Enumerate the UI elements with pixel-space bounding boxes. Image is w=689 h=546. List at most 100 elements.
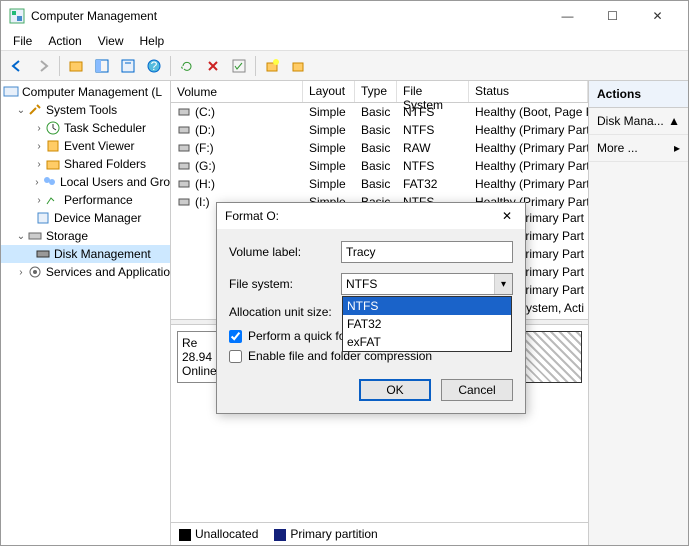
tree-root[interactable]: Computer Management (L — [1, 83, 170, 101]
expand-icon[interactable]: › — [15, 267, 27, 278]
menu-action[interactable]: Action — [40, 32, 89, 50]
window-titlebar: Computer Management — ☐ ✕ — [1, 1, 688, 31]
tree-system-tools[interactable]: ⌄ System Tools — [1, 101, 170, 119]
format-dialog: Format O: ✕ Volume label: File system: N… — [216, 202, 526, 414]
volume-icon — [177, 195, 191, 209]
computer-icon — [3, 84, 19, 100]
tree-services[interactable]: ›Services and Applicatio — [1, 263, 170, 281]
volume-icon — [177, 123, 191, 137]
collapse-icon[interactable]: ⌄ — [15, 105, 27, 116]
volume-row[interactable]: (C:)SimpleBasicNTFSHealthy (Boot, Page F — [171, 103, 588, 121]
cancel-button[interactable]: Cancel — [441, 379, 513, 401]
expand-icon[interactable]: › — [33, 159, 45, 170]
col-layout[interactable]: Layout — [303, 81, 355, 102]
disk-icon — [35, 246, 51, 262]
dialog-title: Format O: — [225, 209, 497, 223]
menu-file[interactable]: File — [5, 32, 40, 50]
expand-icon[interactable]: › — [33, 177, 41, 188]
tree-task-scheduler[interactable]: ›Task Scheduler — [1, 119, 170, 137]
tree-storage[interactable]: ⌄Storage — [1, 227, 170, 245]
filesystem-dropdown: NTFS FAT32 exFAT — [342, 296, 512, 352]
volume-row[interactable]: (F:)SimpleBasicRAWHealthy (Primary Part — [171, 139, 588, 157]
tree-event-viewer[interactable]: ›Event Viewer — [1, 137, 170, 155]
expand-icon[interactable]: › — [33, 123, 45, 134]
ok-button[interactable]: OK — [359, 379, 431, 401]
expand-icon[interactable]: › — [33, 141, 45, 152]
folder-icon — [45, 156, 61, 172]
legend: Unallocated Primary partition — [171, 522, 588, 545]
tree-disk-management[interactable]: Disk Management — [1, 245, 170, 263]
volume-icon — [177, 177, 191, 191]
quick-format-checkbox[interactable] — [229, 330, 242, 343]
chevron-down-icon: ▾ — [494, 274, 512, 294]
storage-icon — [27, 228, 43, 244]
tree-local-users[interactable]: ›Local Users and Gro — [1, 173, 170, 191]
label-volume: Volume label: — [229, 245, 341, 259]
tree-performance[interactable]: ›Performance — [1, 191, 170, 209]
expand-icon[interactable]: › — [33, 195, 45, 206]
maximize-button[interactable]: ☐ — [590, 1, 635, 31]
volume-icon — [177, 105, 191, 119]
forward-button[interactable] — [31, 54, 55, 78]
compression-checkbox[interactable] — [229, 350, 242, 363]
label-allocation: Allocation unit size: — [229, 305, 341, 319]
fs-option-fat32[interactable]: FAT32 — [343, 315, 511, 333]
menu-view[interactable]: View — [90, 32, 132, 50]
new-item-button[interactable] — [260, 54, 284, 78]
tools-icon — [27, 102, 43, 118]
volume-icon — [177, 159, 191, 173]
navigation-tree: Computer Management (L ⌄ System Tools ›T… — [1, 81, 171, 545]
toolbar-separator — [170, 56, 171, 76]
tree-device-manager[interactable]: Device Manager — [1, 209, 170, 227]
svg-text:?: ? — [151, 59, 158, 73]
dialog-titlebar[interactable]: Format O: ✕ — [217, 203, 525, 229]
volume-icon — [177, 141, 191, 155]
help-button[interactable]: ? — [142, 54, 166, 78]
col-filesystem[interactable]: File System — [397, 81, 469, 102]
back-button[interactable] — [5, 54, 29, 78]
show-hide-tree-button[interactable] — [90, 54, 114, 78]
volume-row[interactable]: (G:)SimpleBasicNTFSHealthy (Primary Part — [171, 157, 588, 175]
properties-button[interactable] — [116, 54, 140, 78]
col-type[interactable]: Type — [355, 81, 397, 102]
actions-more[interactable]: More ... ▸ — [589, 135, 688, 162]
legend-primary: Primary partition — [274, 527, 377, 541]
toolbar-separator — [59, 56, 60, 76]
close-window-button[interactable]: ✕ — [635, 1, 680, 31]
volume-table-body: (C:)SimpleBasicNTFSHealthy (Boot, Page F… — [171, 103, 588, 211]
filesystem-combobox[interactable]: NTFS ▾ NTFS FAT32 exFAT — [341, 273, 513, 295]
fs-option-ntfs[interactable]: NTFS — [343, 297, 511, 315]
event-icon — [45, 138, 61, 154]
device-icon — [35, 210, 51, 226]
actions-pane: Actions Disk Mana... ▲ More ... ▸ — [588, 81, 688, 545]
clock-icon — [45, 120, 61, 136]
collapse-icon[interactable]: ⌄ — [15, 231, 27, 242]
refresh-button[interactable] — [175, 54, 199, 78]
col-volume[interactable]: Volume — [171, 81, 303, 102]
tree-shared-folders[interactable]: ›Shared Folders — [1, 155, 170, 173]
chevron-right-icon: ▸ — [674, 141, 680, 155]
up-button[interactable] — [64, 54, 88, 78]
volume-row[interactable]: (H:)SimpleBasicFAT32Healthy (Primary Par… — [171, 175, 588, 193]
actions-disk-management[interactable]: Disk Mana... ▲ — [589, 108, 688, 135]
window-title: Computer Management — [31, 9, 545, 23]
volume-row[interactable]: (D:)SimpleBasicNTFSHealthy (Primary Part — [171, 121, 588, 139]
dialog-close-button[interactable]: ✕ — [497, 209, 517, 223]
settings-button[interactable] — [286, 54, 310, 78]
performance-icon — [45, 192, 61, 208]
users-icon — [41, 174, 57, 190]
col-status[interactable]: Status — [469, 81, 588, 102]
menu-help[interactable]: Help — [132, 32, 173, 50]
actions-header: Actions — [589, 81, 688, 108]
checklist-button[interactable] — [227, 54, 251, 78]
menu-bar: File Action View Help — [1, 31, 688, 51]
delete-button[interactable] — [201, 54, 225, 78]
fs-option-exfat[interactable]: exFAT — [343, 333, 511, 351]
services-icon — [27, 264, 43, 280]
minimize-button[interactable]: — — [545, 1, 590, 31]
legend-unallocated: Unallocated — [179, 527, 258, 541]
label-filesystem: File system: — [229, 277, 341, 291]
toolbar: ? — [1, 51, 688, 81]
volume-label-input[interactable] — [341, 241, 513, 263]
app-icon — [9, 8, 25, 24]
